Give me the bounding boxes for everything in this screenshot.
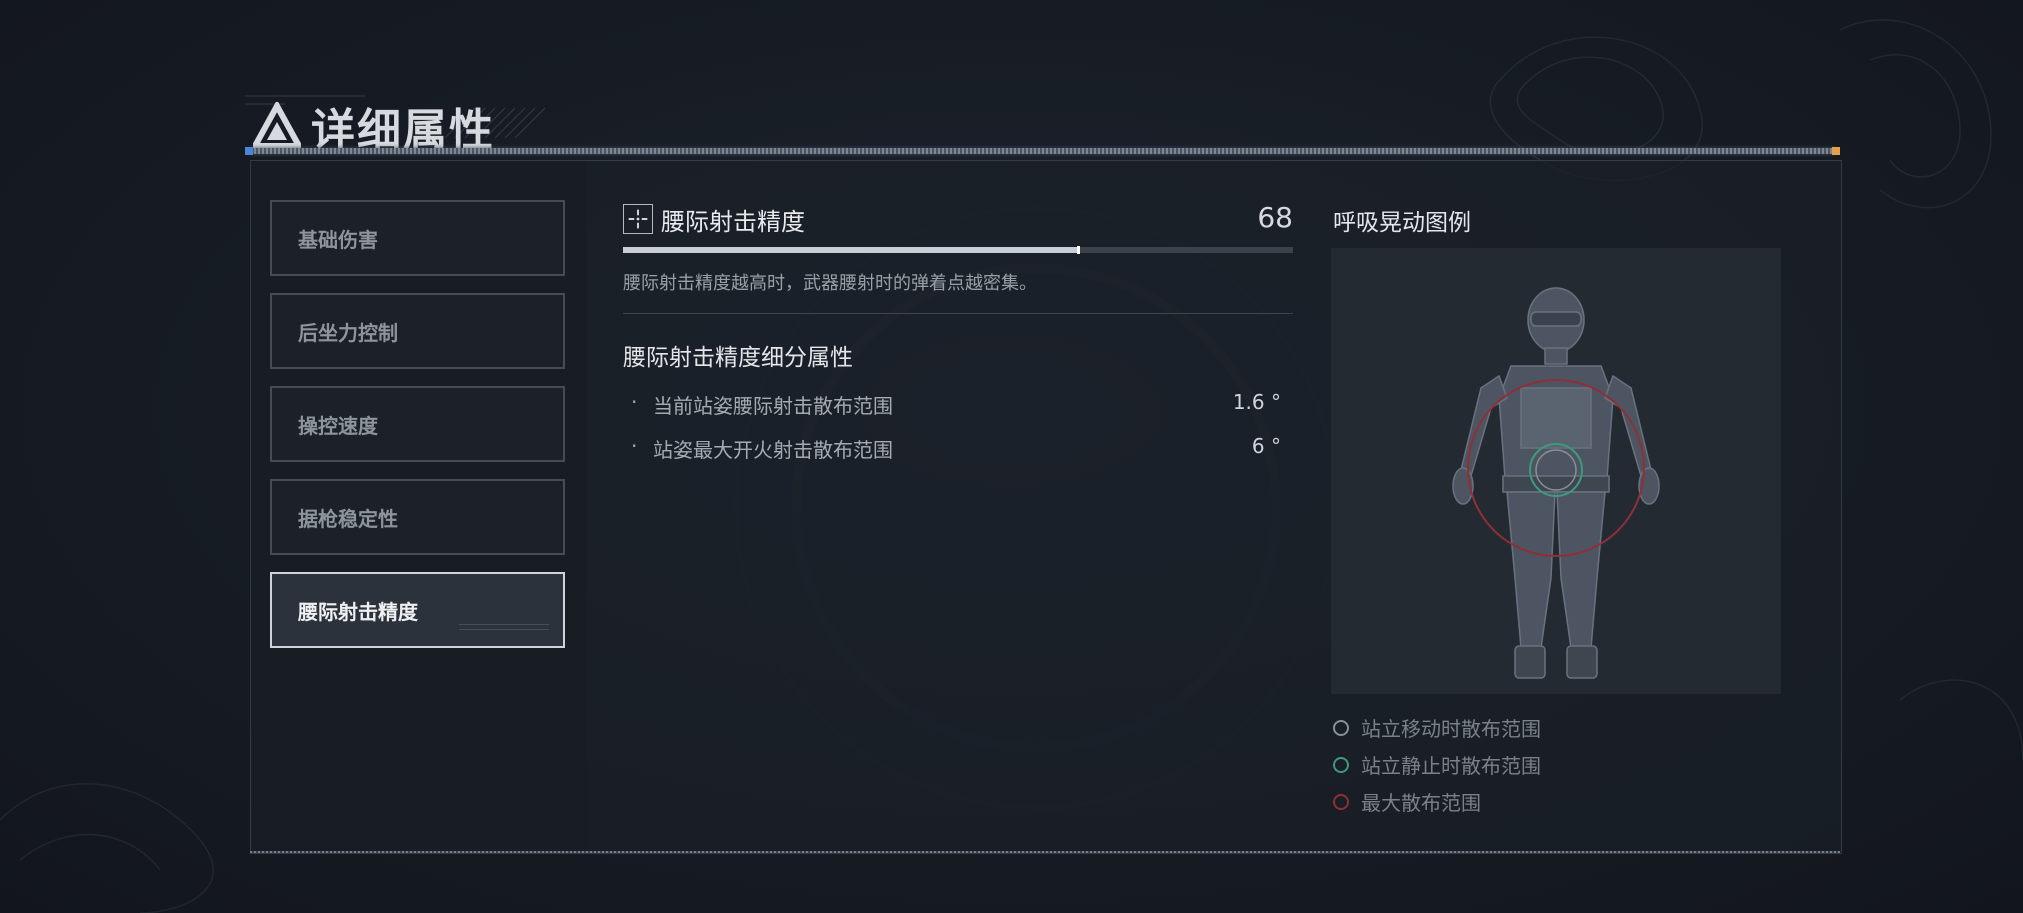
sidebar-item-label: 据枪稳定性 bbox=[298, 506, 398, 531]
sidebar-item-label: 操控速度 bbox=[298, 413, 378, 438]
soldier-figure-preview bbox=[1331, 248, 1781, 694]
attributes-panel: 基础伤害 后坐力控制 操控速度 据枪稳定性 腰际射击精度 腰际射击精度 68 腰… bbox=[250, 160, 1842, 854]
sidebar-item-hipfire-accuracy[interactable]: 腰际射击精度 bbox=[270, 572, 565, 648]
stat-name: 腰际射击精度 bbox=[661, 207, 805, 236]
legend-label: 站立静止时散布范围 bbox=[1361, 754, 1541, 778]
header-bar-left-accent bbox=[245, 147, 253, 155]
green-ring-icon bbox=[1333, 756, 1349, 773]
header-divider-bar bbox=[250, 148, 1835, 154]
sub-attribute-label: 当前站姿腰际射击散布范围 bbox=[653, 394, 893, 418]
crosshair-icon bbox=[623, 204, 653, 234]
legend-item-moving: 站立移动时散布范围 bbox=[1333, 709, 1541, 746]
legend-label: 站立移动时散布范围 bbox=[1361, 717, 1541, 741]
sub-attribute-value: 6 ° bbox=[1251, 434, 1281, 458]
stat-header: 腰际射击精度 68 bbox=[623, 201, 1293, 237]
sidebar-item-label: 基础伤害 bbox=[298, 227, 378, 252]
sub-attribute-value: 1.6 ° bbox=[1232, 390, 1281, 414]
stat-progress-bar bbox=[623, 246, 1293, 254]
stat-value: 68 bbox=[1257, 201, 1293, 234]
sidebar-item-handling-speed[interactable]: 操控速度 bbox=[270, 386, 565, 462]
header-bar-right-accent bbox=[1832, 147, 1840, 155]
red-ring-icon bbox=[1333, 793, 1349, 810]
stat-detail: 腰际射击精度 68 腰际射击精度越高时，武器腰射时的弹着点越密集。 腰际射击精度… bbox=[623, 201, 1293, 462]
sub-attributes-title: 腰际射击精度细分属性 bbox=[623, 345, 853, 371]
divider bbox=[623, 313, 1293, 314]
header: 详细属性 bbox=[245, 88, 1840, 158]
legend-item-max: 最大散布范围 bbox=[1333, 783, 1541, 820]
active-item-decoration bbox=[459, 624, 549, 630]
legend-label: 最大散布范围 bbox=[1361, 791, 1481, 815]
stat-progress-marker bbox=[1076, 246, 1080, 254]
stat-progress-fill bbox=[623, 247, 1079, 253]
legend-list: 站立移动时散布范围 站立静止时散布范围 最大散布范围 bbox=[1333, 709, 1541, 820]
sub-attribute-row: · 站姿最大开火射击散布范围 6 ° bbox=[623, 434, 1293, 462]
sidebar-item-recoil-control[interactable]: 后坐力控制 bbox=[270, 293, 565, 369]
legend-title: 呼吸晃动图例 bbox=[1333, 210, 1471, 236]
panel-bottom-bar bbox=[250, 851, 1840, 853]
attribute-sidebar: 基础伤害 后坐力控制 操控速度 据枪稳定性 腰际射击精度 bbox=[251, 161, 587, 853]
bullet: · bbox=[631, 434, 638, 458]
sub-attribute-row: · 当前站姿腰际射击散布范围 1.6 ° bbox=[623, 390, 1293, 418]
sidebar-item-aim-stability[interactable]: 据枪稳定性 bbox=[270, 479, 565, 555]
sidebar-item-label: 后坐力控制 bbox=[298, 320, 398, 345]
delta-logo-icon bbox=[253, 102, 301, 149]
legend-item-still: 站立静止时散布范围 bbox=[1333, 746, 1541, 783]
sub-attribute-label: 站姿最大开火射击散布范围 bbox=[653, 438, 893, 462]
sidebar-item-label: 腰际射击精度 bbox=[298, 599, 418, 624]
sidebar-item-base-damage[interactable]: 基础伤害 bbox=[270, 200, 565, 276]
soldier-figure-icon bbox=[1452, 287, 1660, 679]
bullet: · bbox=[631, 390, 638, 414]
stat-description: 腰际射击精度越高时，武器腰射时的弹着点越密集。 bbox=[623, 273, 1037, 294]
grey-ring-icon bbox=[1333, 719, 1349, 736]
